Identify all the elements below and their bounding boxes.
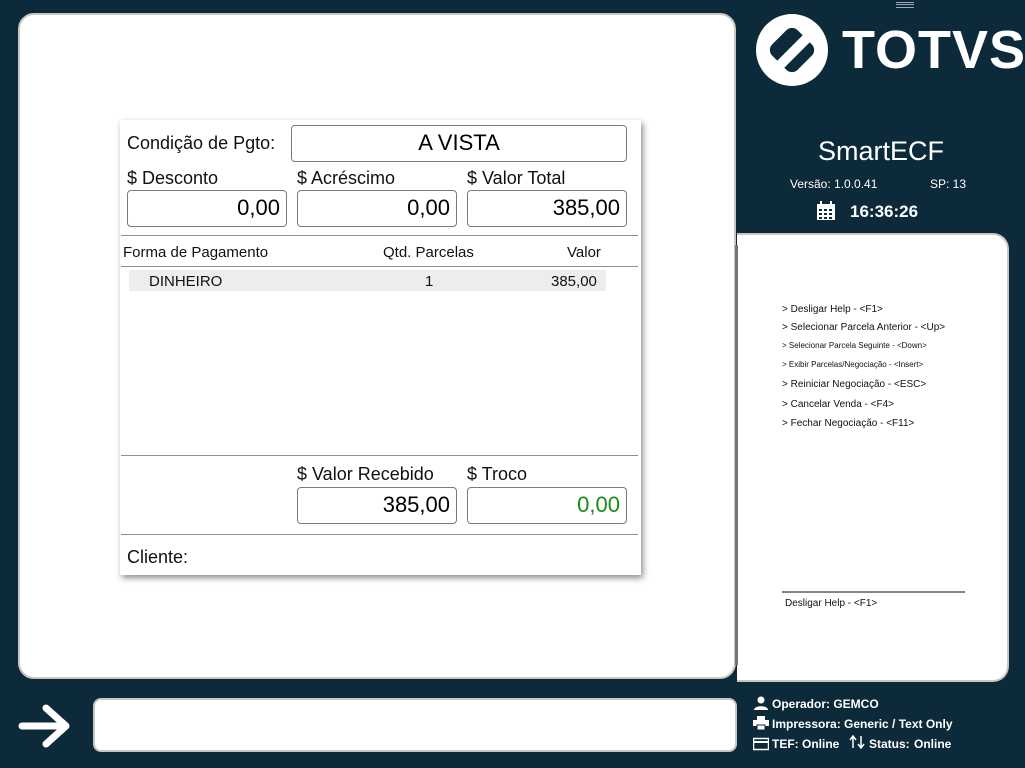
version-label: Versão: 1.0.0.41 [790,177,878,191]
troco-label: $ Troco [467,464,528,484]
payment-form: Condição de Pgto: A VISTA $ Desconto $ A… [120,120,641,575]
acrescimo-label: $ Acréscimo [297,168,396,188]
calendar-icon [817,201,835,220]
user-icon [754,696,768,710]
help-item: > Reiniciar Negociação - <ESC> [782,379,927,390]
status-label: Status: [869,737,910,751]
divider [121,534,638,535]
arrow-right-icon[interactable] [18,702,74,750]
help-item: > Cancelar Venda - <F4> [782,399,895,410]
valor-recebido-label: $ Valor Recebido [297,464,434,484]
status-value: Online [914,737,952,751]
printer-icon [753,716,769,730]
operador-status: Operador: GEMCO [772,697,879,711]
condicao-field[interactable]: A VISTA [291,125,627,162]
help-divider [735,245,738,665]
help-item: > Selecionar Parcela Seguinte - <Down> [782,341,927,350]
help-item: > Selecionar Parcela Anterior - <Up> [782,322,946,333]
app-name: SmartECF [817,136,944,166]
tef-status: TEF: Online [772,737,840,751]
impressora-status: Impressora: Generic / Text Only [772,717,953,731]
help-separator [782,591,965,593]
logo-text: TOTVS [842,20,1025,80]
troco-field[interactable]: 0,00 [467,487,627,524]
clock-time: 16:36:26 [850,202,919,221]
help-item: > Exibir Parcelas/Negociação - <Insert> [782,360,924,369]
sp-label: SP: 13 [930,177,967,191]
acrescimo-field[interactable]: 0,00 [297,190,457,227]
help-item: > Fechar Negociação - <F11> [782,418,915,429]
cliente-label: Cliente: [127,547,189,567]
divider [121,455,638,456]
col-parcelas-header: Qtd. Parcelas [383,244,474,261]
row-forma: DINHEIRO [149,273,223,290]
totvs-logo-icon [756,14,828,86]
col-valor-header: Valor [567,244,601,261]
help-footer: Desligar Help - <F1> [785,598,878,609]
divider [121,235,638,236]
desconto-field[interactable]: 0,00 [127,190,287,227]
divider [121,266,638,267]
valor-total-label: $ Valor Total [467,168,566,188]
command-input[interactable] [93,698,737,752]
desconto-label: $ Desconto [127,168,219,188]
col-forma-header: Forma de Pagamento [123,244,269,261]
row-parcelas: 1 [425,273,434,290]
help-panel [737,233,1009,682]
card-icon [753,737,769,751]
help-item: > Desligar Help - <F1> [782,304,883,315]
window-grip[interactable] [896,2,914,8]
row-valor: 385,00 [551,273,597,290]
condicao-label: Condição de Pgto: [127,133,276,153]
transfer-icon [849,735,865,749]
valor-total-field[interactable]: 385,00 [467,190,627,227]
valor-recebido-field[interactable]: 385,00 [297,487,457,524]
